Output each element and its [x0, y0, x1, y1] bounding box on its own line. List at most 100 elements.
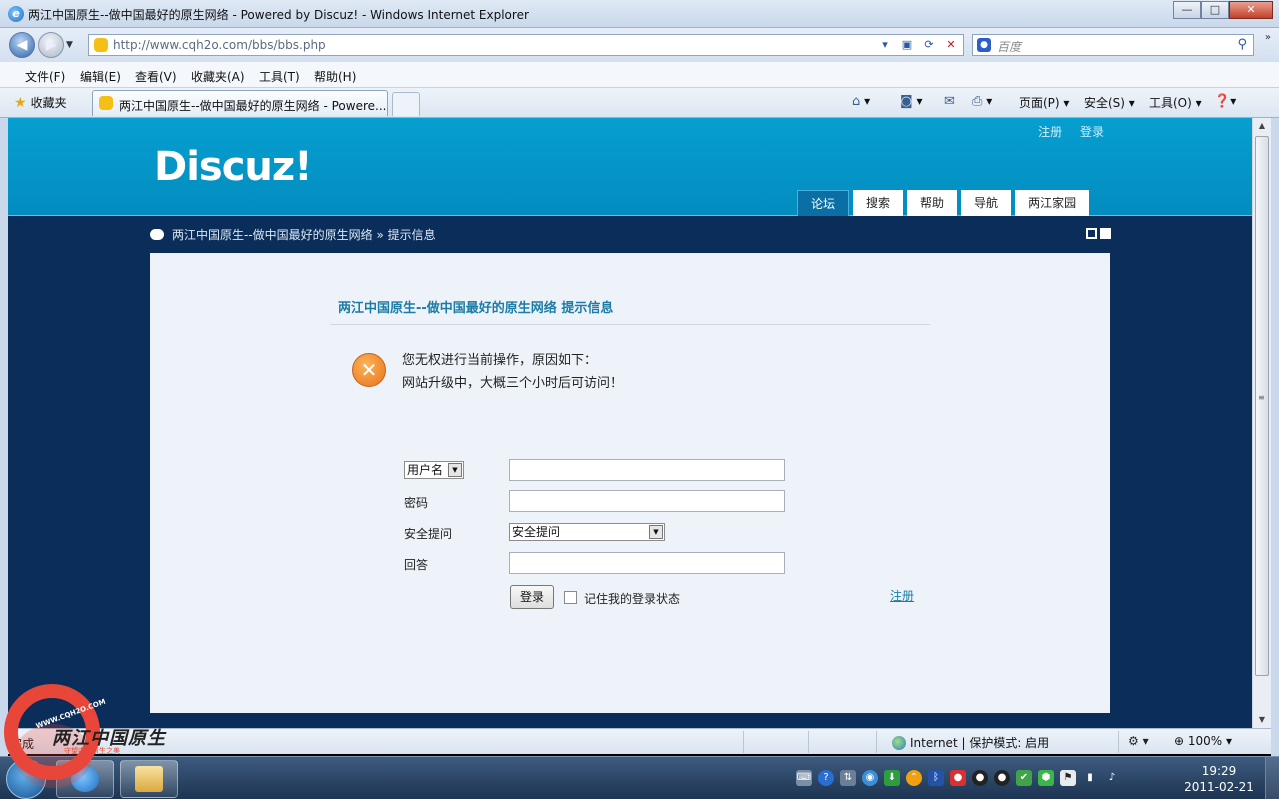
- nav-navigation[interactable]: 导航: [961, 190, 1012, 216]
- nav-help[interactable]: 帮助: [907, 190, 958, 216]
- password-input[interactable]: [509, 490, 785, 512]
- network-adapter-icon[interactable]: ⇅: [840, 770, 856, 786]
- menu-help[interactable]: 帮助(H): [314, 68, 356, 85]
- qq-icon[interactable]: ●: [994, 770, 1010, 786]
- login-button[interactable]: 登录: [510, 585, 554, 609]
- address-field[interactable]: http://www.cqh2o.com/bbs/bbs.php ▾ ▣ ⟳ ✕: [88, 34, 964, 56]
- breadcrumb-home[interactable]: 两江中国原生--做中国最好的原生网络: [172, 228, 373, 242]
- new-tab-button[interactable]: [392, 92, 420, 116]
- menu-tools[interactable]: 工具(T): [259, 68, 300, 85]
- search-field[interactable]: ● 百度 ⚲: [972, 34, 1254, 56]
- security-shield-icon[interactable]: ✔: [1016, 770, 1032, 786]
- network-signal-icon[interactable]: ▮: [1082, 770, 1098, 786]
- zoom-value: 100%: [1187, 734, 1223, 748]
- chevron-down-icon: ▼: [448, 463, 462, 477]
- feeds-button[interactable]: ◙ ▾: [900, 94, 922, 109]
- username-type-select[interactable]: 用户名 ▼: [404, 461, 464, 479]
- compatibility-view-icon[interactable]: ▣: [897, 36, 917, 54]
- form-register-link[interactable]: 注册: [890, 587, 914, 604]
- minimize-button[interactable]: —: [1173, 1, 1201, 19]
- more-chevron-icon[interactable]: »: [1265, 32, 1271, 43]
- login-link[interactable]: 登录: [1080, 125, 1104, 139]
- search-icon[interactable]: ⚲: [1237, 37, 1247, 52]
- status-separator: [808, 731, 809, 753]
- tab-favicon-icon: [99, 96, 113, 110]
- print-button[interactable]: ⎙ ▾: [972, 94, 992, 109]
- menu-bar: 文件(F) 编辑(E) 查看(V) 收藏夹(A) 工具(T) 帮助(H): [0, 62, 1279, 88]
- qq-icon[interactable]: ●: [972, 770, 988, 786]
- help-icon[interactable]: ?: [818, 770, 834, 786]
- download-icon[interactable]: ⬇: [884, 770, 900, 786]
- show-desktop-button[interactable]: [1265, 757, 1279, 799]
- discuz-logo[interactable]: Discuz!: [154, 144, 312, 190]
- page-menu[interactable]: 页面(P) ▾: [1019, 94, 1069, 111]
- mail-button[interactable]: ✉: [944, 94, 955, 109]
- ie-icon: e: [8, 6, 24, 22]
- baidu-icon: ●: [977, 38, 991, 52]
- status-bar: 完成 Internet | 保护模式: 启用 ⚙ ▾ ⊕ 100% ▾: [8, 728, 1271, 754]
- remember-label[interactable]: 记住我的登录状态: [584, 590, 680, 607]
- error-icon: ✕: [352, 353, 386, 387]
- zoom-level[interactable]: ⊕ 100% ▾: [1174, 734, 1232, 748]
- search-placeholder[interactable]: 百度: [997, 38, 1021, 55]
- windows-taskbar: ⌨ ? ⇅ ◉ ⬇ ⌃ ᛒ ● ● ● ✔ ⬢ ⚑ ▮ ♪ 19:29 2011…: [0, 756, 1279, 799]
- nav-home[interactable]: 两江家园: [1015, 190, 1090, 216]
- clock-time: 19:29: [1201, 764, 1237, 778]
- back-button[interactable]: ◀: [9, 32, 35, 58]
- stop-icon[interactable]: ✕: [941, 36, 961, 54]
- grip-icon: ≡: [1258, 393, 1265, 402]
- chat-bubble-icon: [150, 229, 164, 240]
- narrow-layout-icon[interactable]: [1100, 228, 1111, 239]
- home-button[interactable]: ⌂ ▾: [852, 94, 870, 109]
- menu-view[interactable]: 查看(V): [135, 68, 177, 85]
- close-button[interactable]: ✕: [1229, 1, 1273, 19]
- breadcrumb-separator: »: [376, 228, 384, 242]
- help-button[interactable]: ❓▾: [1214, 94, 1236, 109]
- keyboard-icon[interactable]: ⌨: [796, 770, 812, 786]
- menu-edit[interactable]: 编辑(E): [80, 68, 121, 85]
- security-question-select[interactable]: 安全提问 ▼: [509, 523, 665, 541]
- compass-icon[interactable]: ◉: [862, 770, 878, 786]
- register-link[interactable]: 注册: [1038, 125, 1062, 139]
- username-input[interactable]: [509, 459, 785, 481]
- favorites-label: 收藏夹: [30, 96, 67, 110]
- wide-layout-icon[interactable]: [1086, 228, 1097, 239]
- status-separator: [743, 731, 744, 753]
- menu-file[interactable]: 文件(F): [25, 68, 65, 85]
- address-dropdown-icon[interactable]: ▾: [875, 36, 895, 54]
- watermark-tagline: 守望中国原生之美: [64, 747, 120, 755]
- safety-menu[interactable]: 安全(S) ▾: [1084, 94, 1135, 111]
- popup-blocker-icon[interactable]: ⚙ ▾: [1128, 734, 1149, 748]
- tab-active[interactable]: 两江中国原生--做中国最好的原生网络 - Powere...: [92, 90, 388, 116]
- scrollbar-thumb[interactable]: [1255, 136, 1269, 676]
- nav-forum[interactable]: 论坛: [797, 190, 850, 216]
- window-frame-right: [1271, 118, 1279, 758]
- nav-search[interactable]: 搜索: [853, 190, 904, 216]
- forward-button[interactable]: ▶: [38, 32, 64, 58]
- help-icon: ❓: [1214, 94, 1231, 109]
- vertical-scrollbar[interactable]: ▲ ≡ ▼: [1252, 118, 1271, 728]
- site-nav: 论坛 搜索 帮助 导航 两江家园: [797, 190, 1090, 216]
- update-icon[interactable]: ⌃: [906, 770, 922, 786]
- baidu-paw-icon[interactable]: ●: [950, 770, 966, 786]
- answer-input[interactable]: [509, 552, 785, 574]
- system-clock[interactable]: 19:29 2011-02-21: [1182, 763, 1256, 795]
- question-label: 安全提问: [404, 527, 453, 541]
- action-center-flag-icon[interactable]: ⚑: [1060, 770, 1076, 786]
- chevron-down-icon: ▼: [649, 525, 663, 539]
- security-zone[interactable]: Internet | 保护模式: 启用: [892, 734, 1049, 751]
- url-text[interactable]: http://www.cqh2o.com/bbs/bbs.php: [113, 38, 326, 52]
- menu-favorites[interactable]: 收藏夹(A): [191, 68, 245, 85]
- tools-menu[interactable]: 工具(O) ▾: [1149, 94, 1202, 111]
- antivirus-icon[interactable]: ⬢: [1038, 770, 1054, 786]
- maximize-button[interactable]: □: [1201, 1, 1229, 19]
- remember-checkbox[interactable]: [564, 591, 577, 604]
- volume-icon[interactable]: ♪: [1104, 770, 1120, 786]
- bluetooth-icon[interactable]: ᛒ: [928, 770, 944, 786]
- favorites-button[interactable]: ★ 收藏夹: [14, 94, 67, 111]
- breadcrumb: 两江中国原生--做中国最好的原生网络 » 提示信息: [150, 226, 436, 243]
- history-dropdown-icon[interactable]: ▼: [66, 40, 73, 50]
- scroll-down-icon[interactable]: ▼: [1253, 712, 1271, 728]
- refresh-icon[interactable]: ⟳: [919, 36, 939, 54]
- scroll-up-icon[interactable]: ▲: [1253, 118, 1271, 134]
